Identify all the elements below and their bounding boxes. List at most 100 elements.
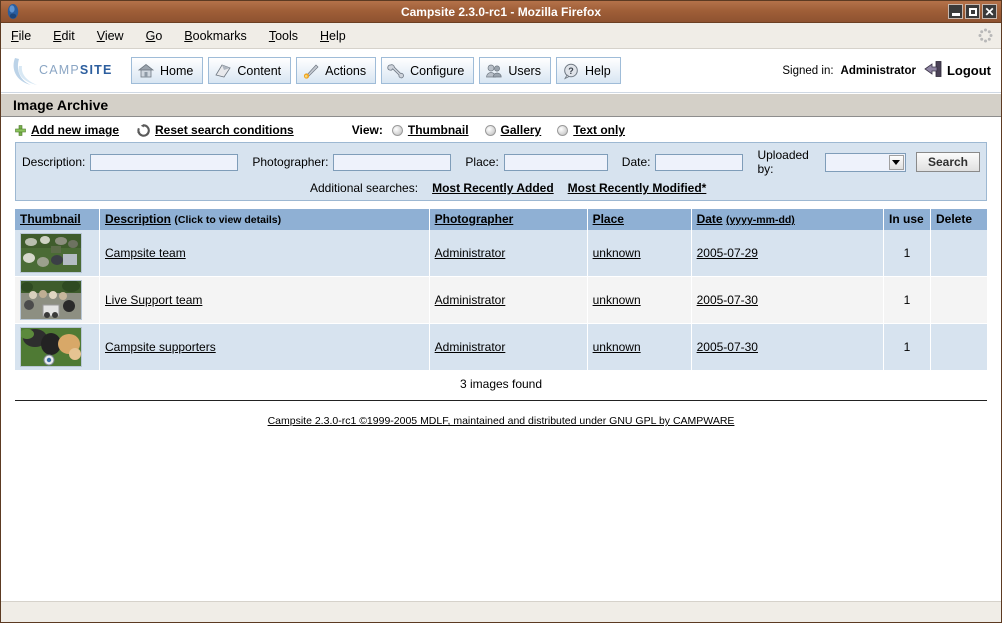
menu-tools[interactable]: Tools xyxy=(269,29,298,43)
menu-go[interactable]: Go xyxy=(146,29,163,43)
page-title: Image Archive xyxy=(1,93,1001,117)
menu-view-label: iew xyxy=(104,28,124,43)
col-thumbnail[interactable]: Thumbnail xyxy=(15,209,100,230)
menu-help[interactable]: Help xyxy=(320,29,346,43)
row-photographer-cell[interactable]: Administrator xyxy=(429,323,588,371)
col-date[interactable]: Date (yyyy-mm-dd) xyxy=(691,209,885,230)
nav-configure-label: Configure xyxy=(410,63,465,78)
logout-button[interactable]: Logout xyxy=(923,60,991,81)
maximize-button[interactable] xyxy=(965,4,980,19)
nav-configure[interactable]: Configure xyxy=(381,57,475,84)
add-new-image-link[interactable]: Add new image xyxy=(15,123,119,137)
row-delete-cell[interactable] xyxy=(930,276,987,324)
row-description-cell[interactable]: Live Support team xyxy=(99,276,430,324)
row-date-link[interactable]: 2005-07-30 xyxy=(697,340,758,354)
campsite-supporters-thumbnail[interactable] xyxy=(20,327,82,367)
description-label: Description: xyxy=(22,155,86,169)
refresh-icon xyxy=(137,123,150,137)
campsite-logo-text: CAMPSITE xyxy=(39,62,113,77)
additional-searches-label: Additional searches: xyxy=(310,181,419,195)
row-date-link[interactable]: 2005-07-30 xyxy=(697,293,758,307)
menu-file-label: ile xyxy=(18,28,32,43)
row-description-link[interactable]: Campsite supporters xyxy=(105,340,216,354)
footer-link[interactable]: Campsite 2.3.0-rc1 ©1999-2005 MDLF, main… xyxy=(268,415,735,427)
row-date-cell[interactable]: 2005-07-29 xyxy=(691,230,885,277)
menu-view[interactable]: View xyxy=(97,29,124,43)
menu-go-label: o xyxy=(155,28,163,43)
svg-text:?: ? xyxy=(568,66,574,76)
radio-icon[interactable] xyxy=(557,124,569,136)
row-date-cell[interactable]: 2005-07-30 xyxy=(691,276,885,324)
menu-help-label: elp xyxy=(329,28,346,43)
row-place-link[interactable]: unknown xyxy=(593,246,641,260)
campsite-team-thumbnail[interactable] xyxy=(20,233,82,273)
chevron-down-icon[interactable] xyxy=(888,154,904,170)
actions-rocket-icon xyxy=(302,62,320,80)
row-in-use-cell: 1 xyxy=(883,323,931,371)
row-date-cell[interactable]: 2005-07-30 xyxy=(691,323,885,371)
col-place[interactable]: Place xyxy=(587,209,692,230)
row-place-link[interactable]: unknown xyxy=(593,293,641,307)
menu-file[interactable]: File xyxy=(11,29,31,43)
view-option-gallery[interactable]: Gallery xyxy=(484,123,541,137)
nav-content-label: Content xyxy=(237,63,282,78)
nav-home[interactable]: Home xyxy=(131,57,204,84)
row-thumbnail-cell[interactable] xyxy=(15,230,100,277)
menu-bookmarks[interactable]: Bookmarks xyxy=(184,29,247,43)
col-place-label: Place xyxy=(592,212,624,226)
row-delete-cell[interactable] xyxy=(930,323,987,371)
row-date-link[interactable]: 2005-07-29 xyxy=(697,246,758,260)
col-in-use-label: In use xyxy=(889,212,924,226)
close-button[interactable]: ✕ xyxy=(982,4,997,19)
col-photographer[interactable]: Photographer xyxy=(429,209,588,230)
row-photographer-link[interactable]: Administrator xyxy=(435,293,506,307)
uploaded-by-select[interactable] xyxy=(824,152,906,172)
live-support-team-thumbnail[interactable] xyxy=(20,280,82,320)
col-thumbnail-label: Thumbnail xyxy=(20,212,81,226)
row-thumbnail-cell[interactable] xyxy=(15,323,100,371)
row-description-link[interactable]: Campsite team xyxy=(105,246,186,260)
firefox-icon xyxy=(4,3,22,20)
menu-tools-label: ools xyxy=(275,28,298,43)
most-recently-modified-link[interactable]: Most Recently Modified* xyxy=(568,181,707,195)
nav-actions[interactable]: Actions xyxy=(296,57,377,84)
nav-users[interactable]: Users xyxy=(479,57,551,84)
date-input[interactable] xyxy=(655,153,744,171)
search-panel: Description: Photographer: Place: Date: … xyxy=(15,142,987,201)
menu-edit-label: dit xyxy=(61,28,75,43)
reset-search-link[interactable]: Reset search conditions xyxy=(137,123,294,137)
row-description-cell[interactable]: Campsite team xyxy=(99,230,430,277)
row-photographer-link[interactable]: Administrator xyxy=(435,246,506,260)
campsite-logo[interactable]: CAMPSITE xyxy=(9,54,121,88)
row-description-link[interactable]: Live Support team xyxy=(105,293,202,307)
row-description-cell[interactable]: Campsite supporters xyxy=(99,323,430,371)
image-results-table: Thumbnail Description (Click to view det… xyxy=(15,209,987,400)
row-photographer-cell[interactable]: Administrator xyxy=(429,230,588,277)
row-thumbnail-cell[interactable] xyxy=(15,276,100,324)
radio-icon[interactable] xyxy=(484,124,496,136)
nav-help[interactable]: ? Help xyxy=(555,57,621,84)
photographer-input[interactable] xyxy=(333,153,452,171)
view-option-text-only[interactable]: Text only xyxy=(557,123,625,137)
most-recently-added-link[interactable]: Most Recently Added xyxy=(432,181,554,195)
place-input[interactable] xyxy=(503,153,608,171)
radio-icon[interactable] xyxy=(391,124,403,136)
row-place-cell[interactable]: unknown xyxy=(587,276,692,324)
row-photographer-link[interactable]: Administrator xyxy=(435,340,506,354)
description-input[interactable] xyxy=(90,153,239,171)
row-place-cell[interactable]: unknown xyxy=(587,230,692,277)
table-row: Campsite supporters Administrator unknow… xyxy=(15,323,987,371)
row-place-cell[interactable]: unknown xyxy=(587,323,692,371)
row-place-link[interactable]: unknown xyxy=(593,340,641,354)
menu-edit[interactable]: Edit xyxy=(53,29,75,43)
minimize-button[interactable] xyxy=(948,4,963,19)
row-delete-cell[interactable] xyxy=(930,230,987,277)
view-option-thumbnail[interactable]: Thumbnail xyxy=(391,123,469,137)
nav-content[interactable]: Content xyxy=(208,57,292,84)
row-in-use-cell: 1 xyxy=(883,276,931,324)
app-header: CAMPSITE Home Content Actions Configure … xyxy=(1,49,1001,93)
search-button[interactable]: Search xyxy=(915,152,980,172)
col-delete-label: Delete xyxy=(936,212,973,226)
row-photographer-cell[interactable]: Administrator xyxy=(429,276,588,324)
col-description[interactable]: Description (Click to view details) xyxy=(99,209,430,230)
